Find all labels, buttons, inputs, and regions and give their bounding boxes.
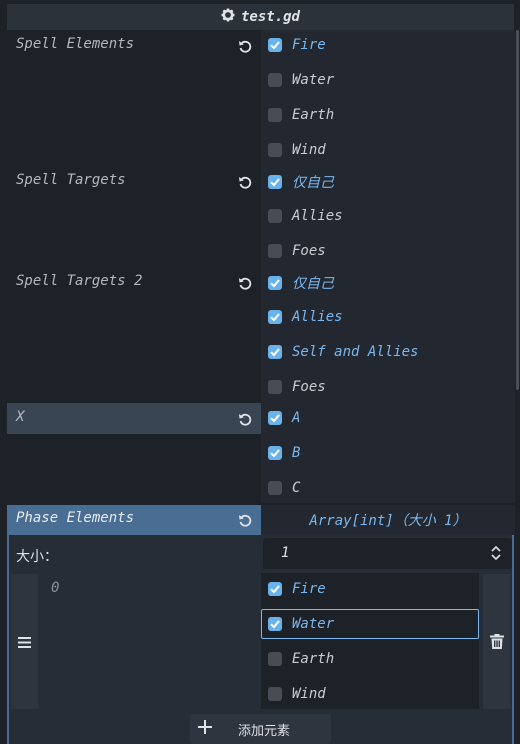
- revert-icon[interactable]: [236, 173, 254, 191]
- element-index: 0: [51, 580, 60, 596]
- flag-option[interactable]: 仅自己: [268, 172, 334, 192]
- gear-icon: [221, 8, 235, 26]
- checkbox-checked[interactable]: [268, 617, 282, 631]
- checkbox-unchecked[interactable]: [268, 244, 282, 258]
- flag-label: Water: [292, 72, 335, 88]
- checkbox-unchecked[interactable]: [268, 108, 282, 122]
- flag-label: Earth: [292, 651, 335, 667]
- plus-icon: [198, 720, 212, 738]
- flag-label: B: [292, 445, 301, 461]
- script-title: test.gd: [240, 9, 300, 25]
- checkbox-checked[interactable]: [268, 446, 282, 460]
- property-label-phase-elements: Phase Elements: [16, 510, 135, 526]
- flag-option[interactable]: Allies: [268, 206, 343, 226]
- size-label: 大小：: [16, 549, 58, 565]
- property-label-spell-elements: Spell Elements: [16, 36, 135, 52]
- flag-option[interactable]: Foes: [268, 377, 326, 397]
- size-value: 1: [281, 545, 290, 561]
- flags-column: [261, 30, 515, 503]
- flag-label: Allies: [292, 208, 343, 224]
- checkbox-unchecked[interactable]: [268, 209, 282, 223]
- drag-handle-icon[interactable]: [18, 636, 31, 652]
- checkbox-checked[interactable]: [268, 276, 282, 290]
- checkbox-unchecked[interactable]: [268, 652, 282, 666]
- revert-icon[interactable]: [236, 37, 254, 55]
- flag-label: Self and Allies: [292, 344, 419, 360]
- inspector-scrollbar[interactable]: [516, 30, 519, 390]
- checkbox-checked[interactable]: [268, 38, 282, 52]
- size-spinbox[interactable]: [263, 538, 512, 569]
- flag-label: C: [292, 480, 301, 496]
- flag-option[interactable]: Earth: [268, 649, 334, 669]
- flag-option[interactable]: B: [268, 443, 300, 463]
- flag-label: Fire: [292, 581, 326, 597]
- flag-option[interactable]: Water: [268, 614, 334, 634]
- checkbox-checked[interactable]: [268, 345, 282, 359]
- revert-icon[interactable]: [236, 274, 254, 292]
- trash-icon[interactable]: [490, 634, 504, 653]
- flag-label: Fire: [292, 37, 326, 53]
- flag-option[interactable]: 仅自己: [268, 273, 334, 293]
- revert-icon[interactable]: [236, 410, 254, 428]
- flag-label: Water: [292, 616, 335, 632]
- flag-option[interactable]: Foes: [268, 241, 326, 261]
- flag-option[interactable]: Fire: [268, 579, 326, 599]
- flag-option[interactable]: Fire: [268, 35, 326, 55]
- checkbox-unchecked[interactable]: [268, 687, 282, 701]
- flag-label: Wind: [292, 686, 326, 702]
- property-label-spell-targets-2: Spell Targets 2: [16, 273, 143, 289]
- flag-label: A: [292, 410, 301, 426]
- flag-option[interactable]: Wind: [268, 140, 326, 160]
- flag-option[interactable]: Water: [268, 70, 334, 90]
- flag-option[interactable]: A: [268, 408, 300, 428]
- flag-label: 仅自己: [292, 175, 334, 191]
- array-type-button[interactable]: Array[int]（大小 1）: [261, 505, 515, 535]
- flag-option[interactable]: Earth: [268, 105, 334, 125]
- flag-option[interactable]: Allies: [268, 307, 343, 327]
- checkbox-unchecked[interactable]: [268, 481, 282, 495]
- flag-option[interactable]: Wind: [268, 684, 326, 704]
- flag-label: Foes: [292, 379, 326, 395]
- spinner-arrows-icon[interactable]: [490, 545, 502, 565]
- checkbox-checked[interactable]: [268, 582, 282, 596]
- selected-property-row[interactable]: [7, 403, 261, 434]
- flag-option[interactable]: C: [268, 478, 300, 498]
- flag-label: Earth: [292, 107, 335, 123]
- add-element-label: 添加元素: [238, 723, 291, 739]
- checkbox-checked[interactable]: [268, 411, 282, 425]
- checkbox-unchecked[interactable]: [268, 143, 282, 157]
- flag-option[interactable]: Self and Allies: [268, 342, 418, 362]
- property-label-spell-targets: Spell Targets: [16, 172, 126, 188]
- property-label-x: X: [16, 409, 25, 425]
- checkbox-checked[interactable]: [268, 310, 282, 324]
- revert-icon[interactable]: [236, 511, 254, 529]
- checkbox-unchecked[interactable]: [268, 380, 282, 394]
- script-title-bar: test.gd: [7, 4, 514, 30]
- checkbox-checked[interactable]: [268, 175, 282, 189]
- flag-label: Allies: [292, 309, 343, 325]
- add-element-button[interactable]: 添加元素: [190, 714, 331, 744]
- flag-label: 仅自己: [292, 276, 334, 292]
- checkbox-unchecked[interactable]: [268, 73, 282, 87]
- flag-label: Wind: [292, 142, 326, 158]
- flag-label: Foes: [292, 243, 326, 259]
